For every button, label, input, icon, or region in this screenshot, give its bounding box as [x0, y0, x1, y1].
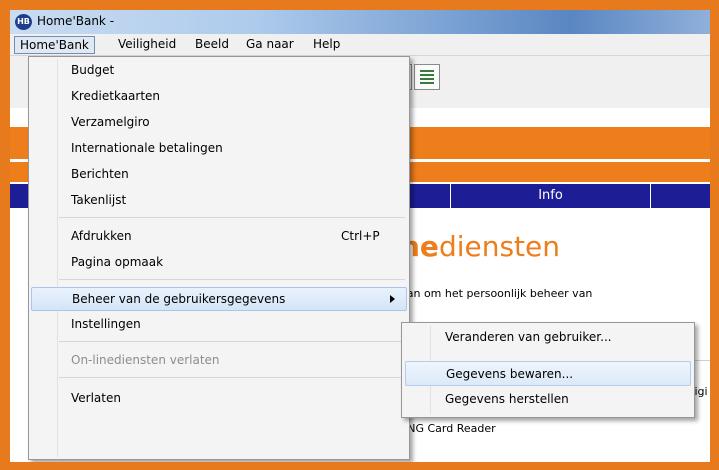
- submenu-item-veranderen-gebruiker[interactable]: Veranderen van gebruiker...: [405, 325, 691, 350]
- app-logo-icon: HB: [15, 14, 32, 30]
- intro-text: aan om het persoonlijk beheer van: [400, 287, 593, 300]
- menu-item-label: Afdrukken: [71, 229, 132, 243]
- menu-item-berichten[interactable]: Berichten: [31, 163, 407, 187]
- menu-item-shortcut: Ctrl+P: [341, 229, 380, 243]
- menu-homebank[interactable]: Home'Bank: [14, 36, 95, 54]
- window-title: Home'Bank -: [37, 14, 115, 28]
- page-title-light: diensten: [438, 230, 561, 263]
- menu-item-instellingen[interactable]: Instellingen: [31, 313, 407, 337]
- menu-item-label: On-linediensten verlaten: [71, 353, 220, 367]
- menu-separator: [59, 377, 405, 378]
- submenu-item-label: Gegevens bewaren...: [446, 367, 574, 381]
- submenu-arrow-icon: [390, 295, 395, 303]
- tab-info[interactable]: Info: [450, 184, 650, 208]
- menu-item-label: Kredietkaarten: [71, 89, 161, 103]
- menu-item-label: Internationale betalingen: [71, 141, 223, 155]
- card-reader-text: ING Card Reader: [404, 422, 496, 435]
- menu-item-label: Beheer van de gebruikersgegevens: [72, 292, 286, 306]
- menu-separator: [59, 217, 405, 218]
- menu-item-verlaten[interactable]: Verlaten: [31, 387, 407, 411]
- menu-veiligheid[interactable]: Veiligheid: [113, 36, 181, 54]
- menu-item-kredietkaarten[interactable]: Kredietkaarten: [31, 85, 407, 109]
- menu-item-internationale-betalingen[interactable]: Internationale betalingen: [31, 137, 407, 161]
- homebank-dropdown-menu: Budget Kredietkaarten Verzamelgiro Inter…: [28, 56, 410, 460]
- list-icon[interactable]: [414, 64, 440, 90]
- menu-item-label: Takenlijst: [71, 193, 127, 207]
- gebruikersgegevens-submenu: Veranderen van gebruiker... Gegevens bew…: [401, 322, 695, 418]
- menu-separator: [59, 279, 405, 280]
- page-title: nediensten: [400, 230, 560, 263]
- menu-item-afdrukken[interactable]: Afdrukken Ctrl+P: [31, 225, 407, 249]
- menu-bar: Home'Bank Veiligheid Beeld Ga naar Help: [10, 34, 710, 56]
- menu-item-label: Budget: [71, 63, 115, 77]
- menu-item-label: Berichten: [71, 167, 129, 181]
- menu-separator: [59, 341, 405, 342]
- menu-item-label: Verzamelgiro: [71, 115, 150, 129]
- menu-item-online-verlaten: On-linediensten verlaten: [31, 349, 407, 373]
- title-bar: HB Home'Bank -: [10, 10, 710, 34]
- menu-beeld[interactable]: Beeld: [190, 36, 234, 54]
- menu-item-pagina-opmaak[interactable]: Pagina opmaak: [31, 251, 407, 275]
- menu-item-label: Pagina opmaak: [71, 255, 164, 269]
- tab-extra[interactable]: [650, 184, 710, 208]
- submenu-item-label: Gegevens herstellen: [445, 392, 569, 406]
- menu-ga-naar[interactable]: Ga naar: [241, 36, 299, 54]
- menu-item-budget[interactable]: Budget: [31, 59, 407, 83]
- submenu-item-gegevens-bewaren[interactable]: Gegevens bewaren...: [405, 361, 691, 386]
- menu-item-verzamelgiro[interactable]: Verzamelgiro: [31, 111, 407, 135]
- app-window: HB Home'Bank - Home'Bank Veiligheid Beel…: [10, 10, 710, 462]
- menu-item-beheer-gebruikersgegevens[interactable]: Beheer van de gebruikersgegevens: [31, 287, 407, 311]
- menu-item-label: Instellingen: [71, 317, 141, 331]
- menu-item-label: Verlaten: [71, 391, 121, 405]
- submenu-item-label: Veranderen van gebruiker...: [445, 330, 612, 344]
- submenu-item-gegevens-herstellen[interactable]: Gegevens herstellen: [405, 387, 691, 412]
- menu-help[interactable]: Help: [308, 36, 345, 54]
- menu-item-takenlijst[interactable]: Takenlijst: [31, 189, 407, 213]
